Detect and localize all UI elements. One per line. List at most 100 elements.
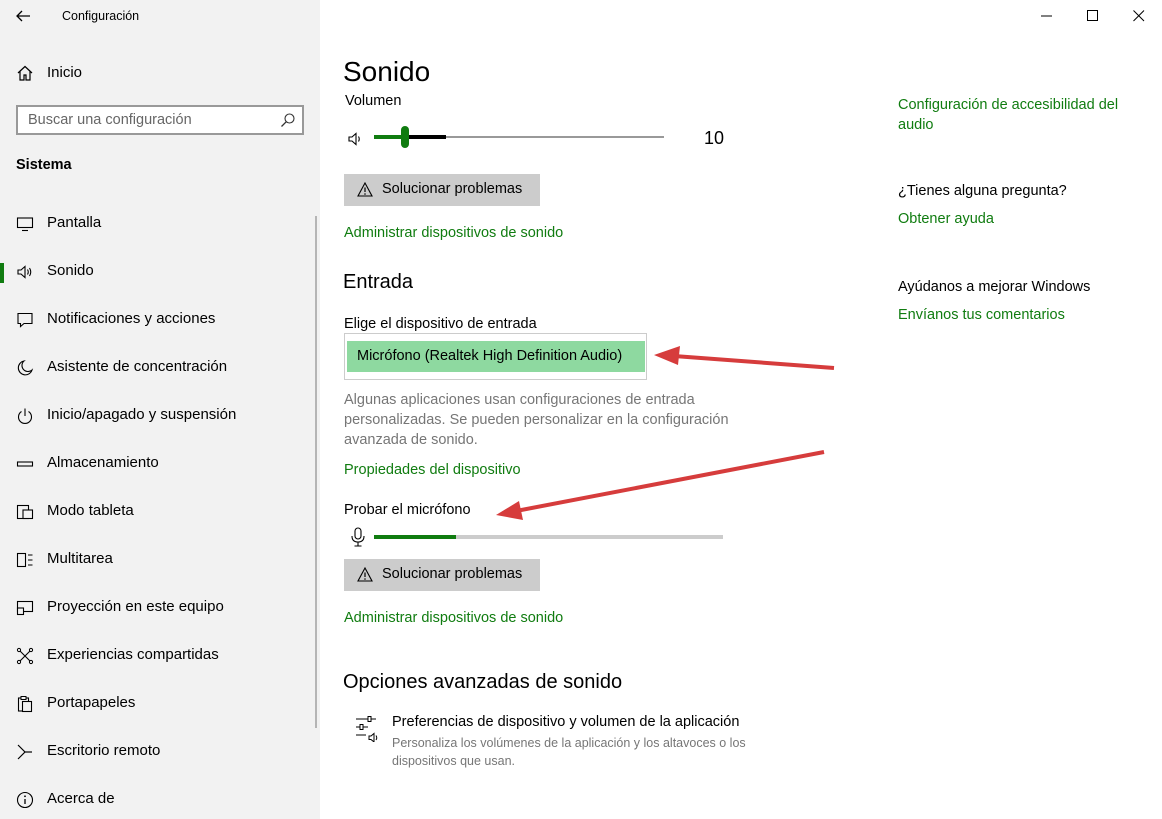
sidebar-item-proyeccion[interactable]: Proyección en este equipo xyxy=(0,590,315,626)
manage-sound-devices-link-2[interactable]: Administrar dispositivos de sonido xyxy=(344,610,563,626)
app-prefs-desc-line: dispositivos que usan. xyxy=(392,754,515,768)
tablet-icon xyxy=(16,503,34,521)
close-button[interactable] xyxy=(1116,0,1162,32)
page-title: Sonido xyxy=(343,56,431,87)
link-line: audio xyxy=(898,117,934,133)
app-prefs-desc: Personaliza los volúmenes de la aplicaci… xyxy=(392,734,746,770)
input-note-line: personalizadas. Se pueden personalizar e… xyxy=(344,412,729,428)
search-icon[interactable] xyxy=(280,112,296,128)
troubleshoot-button[interactable]: Solucionar problemas xyxy=(344,174,540,206)
sidebar-item-notificaciones[interactable]: Notificaciones y acciones xyxy=(0,302,315,338)
selection-indicator xyxy=(0,263,4,283)
sidebar-item-multitarea[interactable]: Multitarea xyxy=(0,542,315,578)
home-link[interactable]: Inicio xyxy=(47,64,82,81)
input-note-line: avanzada de sonido. xyxy=(344,432,478,448)
speaker-icon xyxy=(16,263,34,281)
sliders-icon xyxy=(354,714,380,744)
sidebar-item-label: Inicio/apagado y suspensión xyxy=(47,406,237,423)
moon-icon xyxy=(16,359,34,377)
input-note: Algunas aplicaciones usan configuracione… xyxy=(344,390,729,450)
close-icon xyxy=(1133,10,1145,22)
volume-slider[interactable] xyxy=(374,126,664,148)
section-label: Sistema xyxy=(16,157,72,173)
window-title: Configuración xyxy=(62,9,140,23)
sidebar-item-label: Escritorio remoto xyxy=(47,742,161,759)
shared-icon xyxy=(16,647,34,665)
sidebar-item-almacenamiento[interactable]: Almacenamiento xyxy=(0,446,315,482)
device-properties-link[interactable]: Propiedades del dispositivo xyxy=(344,462,521,478)
sidebar-item-compartidas[interactable]: Experiencias compartidas xyxy=(0,638,315,674)
troubleshoot-button-label: Solucionar problemas xyxy=(382,566,523,582)
home-icon xyxy=(16,64,34,82)
mic-level-meter xyxy=(374,535,723,539)
sidebar-item-label: Acerca de xyxy=(47,790,115,807)
troubleshoot-button-label: Solucionar problemas xyxy=(382,181,523,197)
sidebar-item-label: Multitarea xyxy=(47,550,113,567)
remote-desktop-icon xyxy=(16,743,34,761)
volume-value: 10 xyxy=(704,128,725,148)
sidebar-item-label: Pantalla xyxy=(47,214,102,231)
input-heading: Entrada xyxy=(343,271,414,293)
monitor-icon xyxy=(16,215,34,233)
feedback-link[interactable]: Envíanos tus comentarios xyxy=(898,307,1065,323)
sidebar-item-label: Almacenamiento xyxy=(47,454,159,471)
sidebar-item-energia[interactable]: Inicio/apagado y suspensión xyxy=(0,398,315,434)
microphone-icon xyxy=(349,527,367,547)
warning-icon xyxy=(357,566,373,582)
advanced-heading: Opciones avanzadas de sonido xyxy=(343,671,623,693)
input-note-line: Algunas aplicaciones usan configuracione… xyxy=(344,392,695,408)
improve-heading: Ayúdanos a mejorar Windows xyxy=(898,279,1091,295)
annotation-arrow-mic xyxy=(496,450,825,520)
sidebar-item-label: Modo tableta xyxy=(47,502,134,519)
sidebar-item-escritorio-remoto[interactable]: Escritorio remoto xyxy=(0,734,315,770)
volume-label: Volumen xyxy=(345,93,402,109)
sidebar-item-label: Notificaciones y acciones xyxy=(47,310,216,327)
sidebar-item-portapapeles[interactable]: Portapapeles xyxy=(0,686,315,722)
maximize-button[interactable] xyxy=(1070,0,1116,32)
sidebar-item-pantalla[interactable]: Pantalla xyxy=(0,206,315,242)
sidebar-item-label: Sonido xyxy=(47,262,94,279)
question-heading: ¿Tienes alguna pregunta? xyxy=(898,183,1067,199)
sidebar-item-tableta[interactable]: Modo tableta xyxy=(0,494,315,530)
sidebar-item-acerca-de[interactable]: Acerca de xyxy=(0,782,315,818)
info-icon xyxy=(16,791,34,809)
minimize-button[interactable] xyxy=(1024,0,1070,32)
minimize-icon xyxy=(1041,15,1052,17)
sidebar-scrollbar[interactable] xyxy=(315,216,317,728)
sidebar-item-label: Experiencias compartidas xyxy=(47,646,219,663)
notification-icon xyxy=(16,311,34,329)
maximize-icon xyxy=(1087,10,1098,21)
annotation-arrow-device xyxy=(654,346,835,370)
sidebar-item-label: Asistente de concentración xyxy=(47,358,228,375)
choose-input-label: Elige el dispositivo de entrada xyxy=(344,316,537,332)
mic-level-fill xyxy=(374,535,456,539)
sidebar: Configuración Inicio Sistema Pantalla So… xyxy=(0,0,320,819)
link-line: Configuración de accesibilidad del xyxy=(898,97,1119,113)
sidebar-item-sonido[interactable]: Sonido xyxy=(0,254,315,290)
get-help-link[interactable]: Obtener ayuda xyxy=(898,211,994,227)
app-prefs-title: Preferencias de dispositivo y volumen de… xyxy=(392,714,740,730)
search-box[interactable] xyxy=(16,105,304,135)
sidebar-item-concentracion[interactable]: Asistente de concentración xyxy=(0,350,315,386)
selected-input-device-label: Micrófono (Realtek High Definition Audio… xyxy=(357,348,623,364)
app-prefs-desc-line: Personaliza los volúmenes de la aplicaci… xyxy=(392,736,746,750)
sidebar-item-label: Proyección en este equipo xyxy=(47,598,224,615)
clipboard-icon xyxy=(16,695,34,713)
selected-input-device[interactable]: Micrófono (Realtek High Definition Audio… xyxy=(347,341,645,372)
test-mic-label: Probar el micrófono xyxy=(344,502,471,518)
troubleshoot-button-2[interactable]: Solucionar problemas xyxy=(344,559,540,591)
storage-icon xyxy=(16,455,34,473)
projection-icon xyxy=(16,599,34,617)
back-arrow-icon[interactable] xyxy=(10,4,38,28)
manage-sound-devices-link[interactable]: Administrar dispositivos de sonido xyxy=(344,225,563,241)
volume-slider-thumb[interactable] xyxy=(401,126,409,148)
multitask-icon xyxy=(16,551,34,569)
input-device-dropdown[interactable]: Micrófono (Realtek High Definition Audio… xyxy=(344,333,647,380)
sidebar-item-label: Portapapeles xyxy=(47,694,136,711)
volume-speaker-icon[interactable] xyxy=(347,130,365,148)
power-icon xyxy=(16,407,34,425)
search-input[interactable] xyxy=(18,107,268,133)
accessibility-audio-link[interactable]: Configuración de accesibilidad del audio xyxy=(898,95,1118,135)
app-volume-preferences[interactable]: Preferencias de dispositivo y volumen de… xyxy=(344,706,764,772)
warning-icon xyxy=(357,181,373,197)
